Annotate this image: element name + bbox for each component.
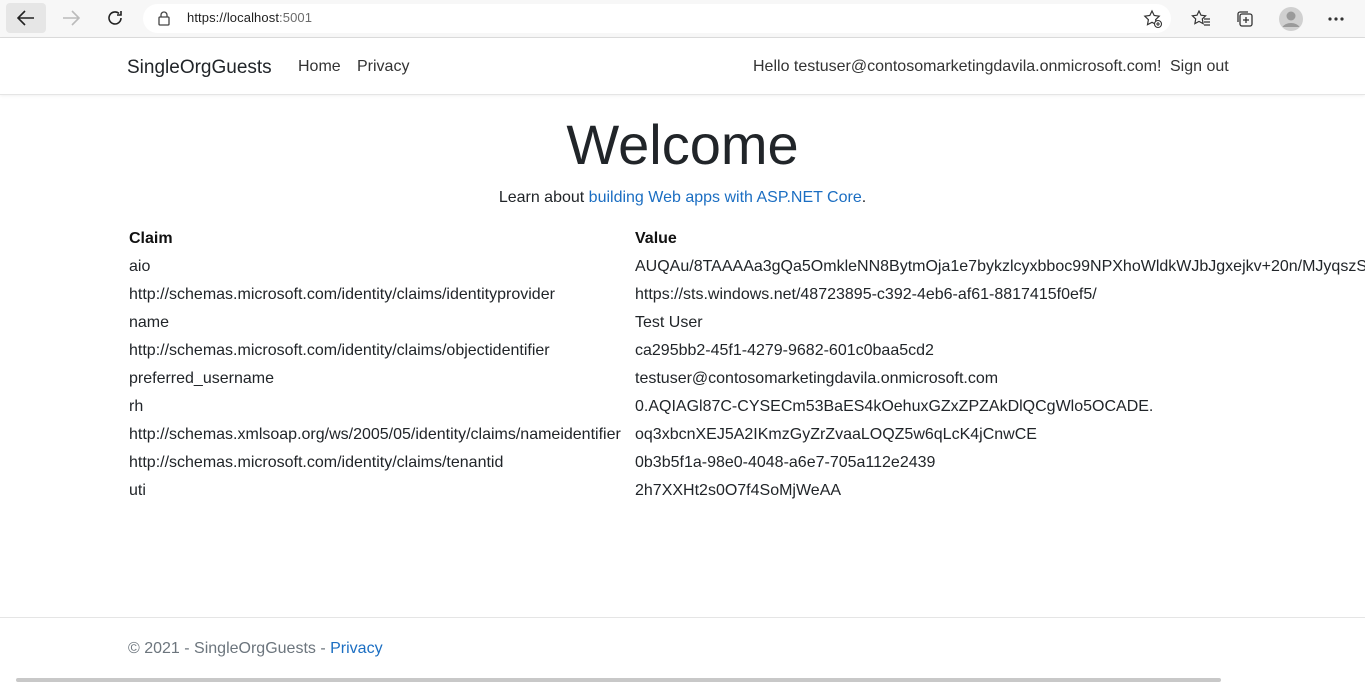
profile-button[interactable] — [1278, 6, 1304, 32]
claim-key: aio — [129, 258, 151, 275]
claim-value: oq3xbcnXEJ5A2IKmzGyZrZvaaLOQZ5w6qLcK4jCn… — [635, 426, 1037, 443]
claim-value: 0b3b5f1a-98e0-4048-a6e7-705a112e2439 — [635, 454, 936, 471]
sign-out-link[interactable]: Sign out — [1170, 58, 1229, 76]
claim-value: AUQAu/8TAAAAa3gQa5OmkleNN8BytmOja1e7bykz… — [635, 258, 1365, 275]
claim-column-header: Claim — [129, 230, 173, 247]
forward-arrow-icon — [63, 10, 80, 26]
learn-prefix: Learn about — [498, 189, 589, 206]
claims-header-row: Claim Value — [129, 230, 1365, 258]
table-row: rh 0.AQIAGl87C-CYSECm53BaES4kOehuxGZxZPZ… — [129, 398, 1365, 426]
back-button[interactable] — [6, 3, 46, 33]
favorites-icon — [1191, 10, 1210, 26]
favorites-button[interactable] — [1188, 6, 1214, 32]
refresh-button[interactable] — [95, 3, 135, 33]
claim-value: testuser@contosomarketingdavila.onmicros… — [635, 370, 999, 387]
refresh-icon — [108, 11, 122, 25]
horizontal-scrollbar[interactable] — [16, 678, 1221, 682]
footer-privacy-link[interactable]: Privacy — [330, 640, 382, 657]
claim-key: http://schemas.xmlsoap.org/ws/2005/05/id… — [129, 426, 621, 443]
aspnet-docs-link[interactable]: building Web apps with ASP.NET Core — [589, 189, 862, 206]
claim-value: ca295bb2-45f1-4279-9682-601c0baa5cd2 — [635, 342, 934, 359]
url-port: :5001 — [279, 10, 313, 25]
add-favorite-icon[interactable] — [1143, 9, 1163, 29]
back-arrow-icon — [17, 10, 34, 26]
more-button[interactable] — [1323, 6, 1349, 32]
table-row: http://schemas.xmlsoap.org/ws/2005/05/id… — [129, 426, 1365, 454]
hello-user-text: Hello testuser@contosomarketingdavila.on… — [753, 58, 1162, 75]
address-bar[interactable]: https://localhost:5001 — [143, 4, 1171, 33]
table-row: http://schemas.microsoft.com/identity/cl… — [129, 454, 1365, 482]
lock-icon[interactable] — [157, 10, 171, 26]
claim-value: 0.AQIAGl87C-CYSECm53BaES4kOehuxGZxZPZAkD… — [635, 398, 1154, 415]
claim-key: http://schemas.microsoft.com/identity/cl… — [129, 342, 550, 359]
claim-key: uti — [129, 482, 146, 499]
collections-icon — [1237, 11, 1253, 27]
table-row: aio AUQAu/8TAAAAa3gQa5OmkleNN8BytmOja1e7… — [129, 258, 1365, 286]
claim-key: name — [129, 314, 170, 331]
profile-icon — [1279, 7, 1303, 31]
nav-home-link[interactable]: Home — [298, 58, 341, 76]
more-icon — [1328, 17, 1344, 21]
claim-key: http://schemas.microsoft.com/identity/cl… — [129, 286, 555, 303]
page-footer: © 2021 - SingleOrgGuests - Privacy — [0, 617, 1365, 682]
table-row: http://schemas.microsoft.com/identity/cl… — [129, 342, 1365, 370]
learn-suffix: . — [861, 189, 867, 206]
claim-key: http://schemas.microsoft.com/identity/cl… — [129, 454, 504, 471]
footer-text: © 2021 - SingleOrgGuests - Privacy — [128, 640, 383, 658]
url-text: https://localhost:5001 — [187, 10, 312, 25]
claim-value: 2h7XXHt2s0O7f4SoMjWeAA — [635, 482, 842, 499]
table-row: preferred_username testuser@contosomarke… — [129, 370, 1365, 398]
url-host: https://localhost — [187, 10, 280, 25]
claim-key: preferred_username — [129, 370, 274, 387]
value-column-header: Value — [635, 230, 677, 247]
nav-privacy-link[interactable]: Privacy — [357, 58, 409, 76]
forward-button[interactable] — [51, 3, 91, 33]
claim-key: rh — [129, 398, 144, 415]
table-row: uti 2h7XXHt2s0O7f4SoMjWeAA — [129, 482, 1365, 510]
app-navbar: SingleOrgGuests Home Privacy Hello testu… — [0, 38, 1365, 95]
table-row: name Test User — [129, 314, 1365, 342]
learn-about-text: Learn about building Web apps with ASP.N… — [0, 189, 1365, 207]
collections-button[interactable] — [1232, 6, 1258, 32]
claim-value: https://sts.windows.net/48723895-c392-4e… — [635, 286, 1097, 303]
brand-link[interactable]: SingleOrgGuests — [127, 57, 272, 79]
browser-toolbar: https://localhost:5001 — [0, 0, 1365, 38]
claim-value: Test User — [635, 314, 703, 331]
copyright-text: © 2021 - SingleOrgGuests - — [128, 640, 331, 657]
page-title: Welcome — [566, 113, 799, 176]
table-row: http://schemas.microsoft.com/identity/cl… — [129, 286, 1365, 314]
